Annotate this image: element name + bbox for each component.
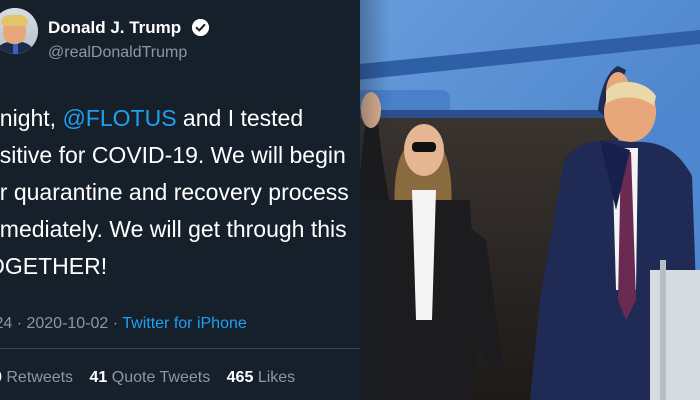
photo-panel: [300, 0, 700, 400]
tweet-header: Donald J. Trump @realDonaldTrump: [0, 6, 360, 66]
tweet-line-3: ur quarantine and recovery process: [0, 179, 349, 205]
display-name-text[interactable]: Donald J. Trump: [48, 18, 181, 37]
display-name[interactable]: Donald J. Trump: [48, 18, 209, 38]
tweet-date[interactable]: 2020-10-02: [26, 315, 108, 332]
mention-link[interactable]: @FLOTUS: [62, 105, 176, 131]
meta-separator-2: ·: [112, 315, 119, 332]
likes-label: Likes: [257, 369, 296, 386]
tweet-line-2: ositive for COVID-19. We will begin: [0, 142, 346, 168]
likes-count: 465: [226, 369, 254, 386]
retweets-label: Retweets: [6, 369, 74, 386]
tweet-source-link[interactable]: Twitter for iPhone: [122, 315, 247, 332]
photo-illustration: [300, 0, 700, 400]
tweet-card: Donald J. Trump @realDonaldTrump onight,…: [0, 0, 360, 400]
likes-stat[interactable]: 465 Likes: [227, 369, 296, 386]
user-handle[interactable]: @realDonaldTrump: [48, 44, 187, 62]
tweet-line-5: OGETHER!: [0, 253, 108, 279]
meta-separator: ·: [16, 315, 23, 332]
divider: [0, 348, 360, 349]
tweet-stats: 9 Retweets 41 Quote Tweets 465 Likes: [0, 369, 307, 387]
quote-tweets-count: 41: [89, 369, 108, 386]
tweet-time[interactable]: :24: [0, 315, 12, 332]
quote-tweets-label: Quote Tweets: [111, 369, 211, 386]
verified-badge-icon: [191, 19, 209, 36]
tweet-meta: :24 · 2020-10-02 · Twitter for iPhone: [0, 315, 247, 333]
retweets-count: 9: [0, 369, 2, 386]
quote-tweets-stat[interactable]: 41 Quote Tweets: [90, 369, 211, 386]
avatar[interactable]: [0, 8, 38, 54]
retweets-stat[interactable]: 9 Retweets: [0, 369, 73, 386]
tweet-line-4: nmediately. We will get through this: [0, 216, 347, 242]
tweet-text: onight, @FLOTUS and I tested ositive for…: [0, 100, 360, 285]
tweet-line-1: onight, @FLOTUS and I tested: [0, 105, 304, 131]
